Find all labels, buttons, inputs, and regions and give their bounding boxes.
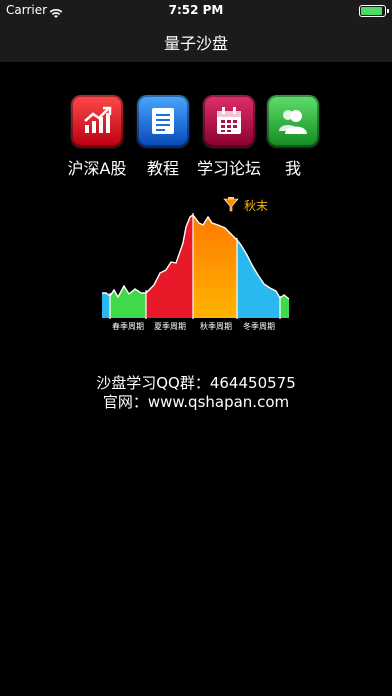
document-icon[interactable] — [137, 95, 189, 147]
menu-item-forum[interactable]: 学习论坛 — [194, 95, 264, 179]
battery-tip — [387, 9, 389, 13]
stock-chart-icon[interactable] — [71, 95, 123, 147]
menu-label-me: 我 — [284, 159, 301, 178]
calendar-icon[interactable] — [203, 95, 255, 147]
season-label-winter: 冬季周期 — [243, 321, 275, 331]
navigation-bar: 量子沙盘 — [0, 20, 392, 62]
website-text[interactable]: 官网：www.qshapan.com — [0, 391, 392, 412]
users-icon[interactable] — [267, 95, 319, 147]
status-time: 7:52 PM — [168, 3, 224, 17]
season-label-summer: 夏季周期 — [154, 321, 186, 331]
battery-icon — [359, 5, 389, 17]
page-title: 量子沙盘 — [163, 34, 228, 53]
season-label-autumn: 秋季周期 — [200, 321, 232, 331]
menu-item-stocks[interactable]: 沪深A股 — [62, 95, 132, 179]
autumn-peak-label: 秋末 — [244, 199, 268, 213]
qq-group-text: 沙盘学习QQ群：464450575 — [96, 374, 296, 392]
autumn-peak-marker-icon — [223, 197, 239, 212]
left-tail-region — [102, 293, 110, 318]
menu-label-tutorial: 教程 — [146, 159, 179, 178]
menu-label-stocks: 沪深A股 — [67, 159, 127, 178]
battery-level-fill — [361, 7, 382, 15]
spring-region — [110, 286, 146, 318]
menu-item-me[interactable]: 我 — [258, 95, 328, 179]
winter-region — [237, 240, 280, 318]
status-bar: Carrier 7:52 PM — [0, 0, 392, 20]
season-label-spring: 春季周期 — [112, 321, 144, 331]
market-cycle-chart: 秋末 春季周期 夏季周期 秋季周期 冬季周期 — [102, 197, 290, 331]
menu-label-forum: 学习论坛 — [196, 159, 261, 178]
autumn-region — [193, 215, 237, 318]
menu-item-tutorial[interactable]: 教程 — [128, 95, 198, 179]
